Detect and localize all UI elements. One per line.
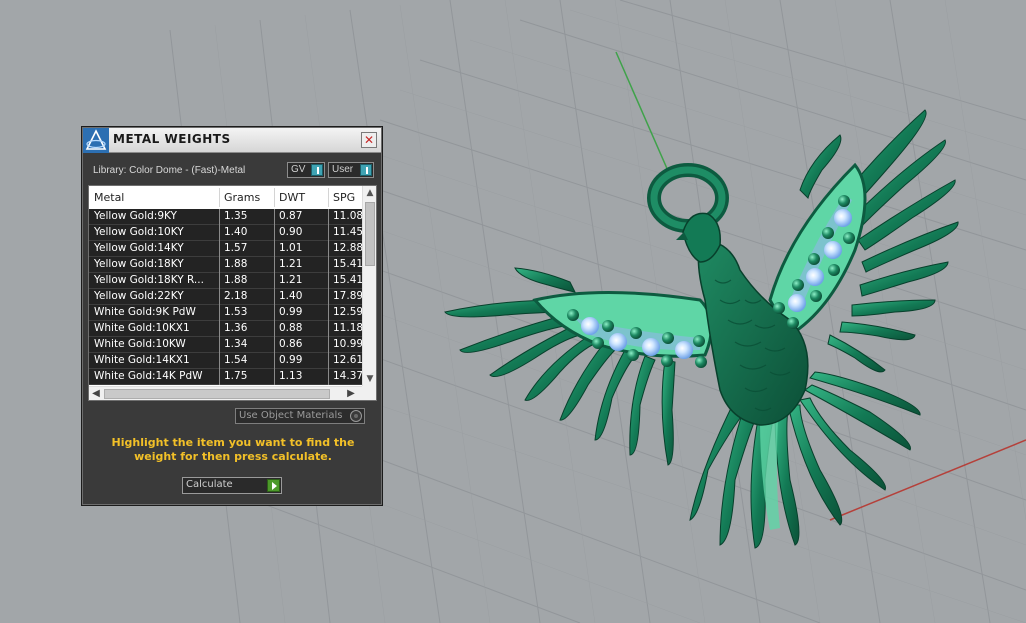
cell-spg: 11.18 <box>333 322 362 334</box>
metal-weights-panel: METAL WEIGHTS ✕ Library: Color Dome - (F… <box>81 126 383 506</box>
cell-spg: 15.41 <box>333 258 362 270</box>
cell-dwt: 1.21 <box>279 274 303 286</box>
cell-grams: 2.18 <box>224 290 248 302</box>
cell-dwt: 0.99 <box>279 354 303 366</box>
use-object-materials-label: Use Object Materials <box>239 410 343 421</box>
view-mode-select[interactable]: GV <box>287 162 325 178</box>
cell-metal: Yellow Gold:10KY <box>94 226 184 238</box>
table-row[interactable]: Yellow Gold:18KY R... 1.88 1.21 15.41 <box>89 273 362 289</box>
horizontal-scrollbar[interactable]: ◀ ▶ <box>89 386 362 400</box>
cell-metal: Yellow Gold:18KY <box>94 258 184 270</box>
instruction-text: Highlight the item you want to find the … <box>111 436 355 463</box>
table-row[interactable]: White Gold:9K PdW 1.53 0.99 12.59 <box>89 305 362 321</box>
cell-spg: 10.99 <box>333 338 362 350</box>
table-body: Yellow Gold:9KY 1.35 0.87 11.08 Yellow Gold:… <box>89 209 362 385</box>
scope-value: User <box>332 164 354 175</box>
use-object-materials-toggle[interactable]: Use Object Materials <box>235 408 365 424</box>
cell-grams: 1.40 <box>224 226 248 238</box>
cell-metal: White Gold:14KX1 <box>94 354 190 366</box>
column-header-grams[interactable]: Grams <box>219 191 274 204</box>
cell-spg: 12.88 <box>333 242 362 254</box>
cell-dwt: 0.86 <box>279 338 303 350</box>
y-axis-line <box>615 51 673 181</box>
cell-dwt: 1.40 <box>279 290 303 302</box>
cell-dwt: 0.87 <box>279 210 303 222</box>
panel-titlebar[interactable]: METAL WEIGHTS ✕ <box>83 128 381 153</box>
column-header-spg[interactable]: SPG <box>328 191 362 204</box>
cell-metal: White Gold:14K PdW <box>94 370 203 382</box>
scroll-thumb[interactable] <box>365 202 375 266</box>
scope-select[interactable]: User <box>328 162 374 178</box>
table-row[interactable]: Yellow Gold:9KY 1.35 0.87 11.08 <box>89 209 362 225</box>
cell-metal: White Gold:10KX1 <box>94 322 190 334</box>
cell-dwt: 0.99 <box>279 306 303 318</box>
calculate-button[interactable]: Calculate <box>182 477 282 494</box>
table-row[interactable]: Yellow Gold:18KY 1.88 1.21 15.41 <box>89 257 362 273</box>
scroll-right-icon[interactable]: ▶ <box>344 387 358 401</box>
x-axis-line <box>829 439 1026 521</box>
scroll-left-icon[interactable]: ◀ <box>89 387 103 401</box>
table-row[interactable]: Yellow Gold:22KY 2.18 1.40 17.89 <box>89 289 362 305</box>
scroll-down-icon[interactable]: ▼ <box>363 372 377 386</box>
panel-title: METAL WEIGHTS <box>113 132 231 146</box>
radio-icon[interactable] <box>350 410 362 422</box>
close-icon[interactable]: ✕ <box>361 132 377 148</box>
app-logo-icon <box>83 128 109 153</box>
scroll-thumb[interactable] <box>104 389 330 399</box>
table-header: Metal Grams DWT SPG <box>89 186 362 209</box>
cell-metal: White Gold:10KW <box>94 338 186 350</box>
dropdown-arrow-icon <box>311 164 323 176</box>
cell-grams: 1.57 <box>224 242 248 254</box>
scroll-up-icon[interactable]: ▲ <box>363 186 377 200</box>
cell-dwt: 1.13 <box>279 370 303 382</box>
dropdown-arrow-icon <box>360 164 372 176</box>
cell-spg: 17.89 <box>333 290 362 302</box>
cell-dwt: 1.21 <box>279 258 303 270</box>
cell-grams: 1.34 <box>224 338 248 350</box>
cell-grams: 1.35 <box>224 210 248 222</box>
cell-spg: 11.45 <box>333 226 362 238</box>
vertical-scrollbar[interactable]: ▲ ▼ <box>362 186 376 386</box>
cell-dwt: 0.88 <box>279 322 303 334</box>
cell-metal: Yellow Gold:9KY <box>94 210 177 222</box>
table-row[interactable]: White Gold:10KX1 1.36 0.88 11.18 <box>89 321 362 337</box>
view-mode-value: GV <box>291 164 306 175</box>
cell-dwt: 0.90 <box>279 226 303 238</box>
cell-grams: 1.53 <box>224 306 248 318</box>
cell-spg: 14.37 <box>333 370 362 382</box>
cell-grams: 1.88 <box>224 274 248 286</box>
cell-metal: Yellow Gold:14KY <box>94 242 184 254</box>
scroll-corner <box>362 386 376 400</box>
table-row[interactable]: Yellow Gold:10KY 1.40 0.90 11.45 <box>89 225 362 241</box>
cell-spg: 12.59 <box>333 306 362 318</box>
cell-metal: Yellow Gold:22KY <box>94 290 184 302</box>
cell-grams: 1.36 <box>224 322 248 334</box>
table-row[interactable]: White Gold:10KW 1.34 0.86 10.99 <box>89 337 362 353</box>
column-header-metal[interactable]: Metal <box>89 191 219 204</box>
cell-metal: Yellow Gold:18KY R... <box>94 274 204 286</box>
cell-grams: 1.75 <box>224 370 248 382</box>
cell-spg: 11.08 <box>333 210 362 222</box>
cell-dwt: 1.01 <box>279 242 303 254</box>
table-row[interactable]: White Gold:14KX1 1.54 0.99 12.61 <box>89 353 362 369</box>
column-header-dwt[interactable]: DWT <box>274 191 328 204</box>
phoenix-pendant-model[interactable] <box>444 109 959 549</box>
cell-grams: 1.54 <box>224 354 248 366</box>
cell-metal: White Gold:9K PdW <box>94 306 196 318</box>
cell-spg: 15.41 <box>333 274 362 286</box>
table-row[interactable]: White Gold:14K PdW 1.75 1.13 14.37 <box>89 369 362 385</box>
calculate-label: Calculate <box>186 479 233 490</box>
library-label: Library: Color Dome - (Fast)-Metal <box>93 165 246 176</box>
cell-grams: 1.88 <box>224 258 248 270</box>
table-row[interactable]: Yellow Gold:14KY 1.57 1.01 12.88 <box>89 241 362 257</box>
metal-weights-table: Metal Grams DWT SPG Yellow Gold:9KY 1.35 0… <box>88 185 377 401</box>
cell-spg: 12.61 <box>333 354 362 366</box>
play-arrow-icon <box>267 479 280 492</box>
